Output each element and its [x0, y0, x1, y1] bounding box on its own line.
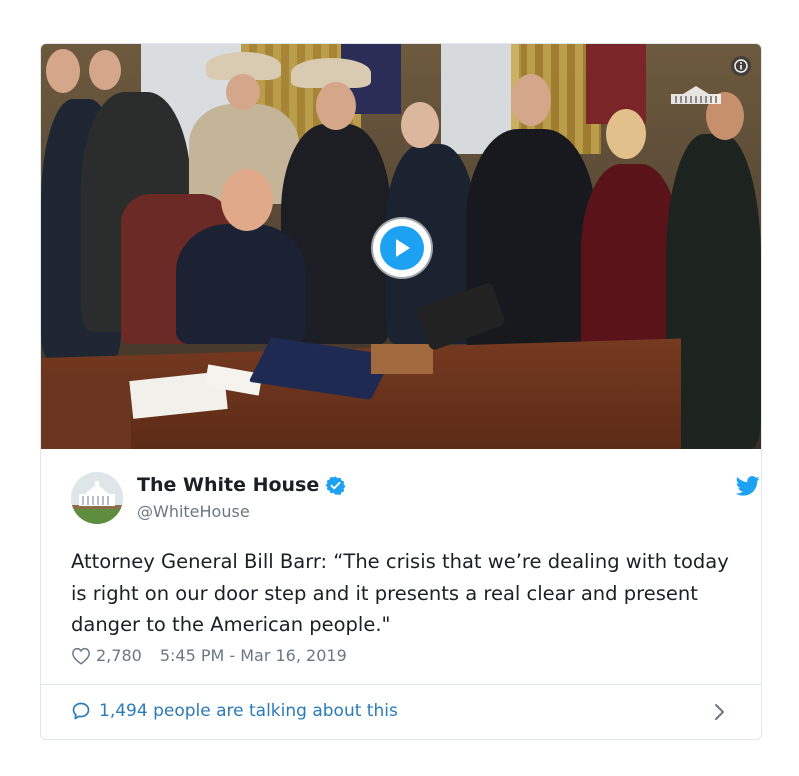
- play-icon: [396, 239, 410, 257]
- tweet-video[interactable]: [41, 44, 761, 449]
- play-button-circle: [380, 226, 424, 270]
- like-button[interactable]: 2,780: [71, 646, 142, 665]
- scene-head: [511, 74, 551, 126]
- chevron-right-icon[interactable]: [713, 702, 727, 722]
- scene-head: [226, 74, 260, 110]
- scene-head: [401, 102, 439, 148]
- scene-head: [89, 50, 121, 90]
- scene-box: [371, 344, 433, 374]
- display-name[interactable]: The White House: [137, 474, 319, 496]
- heart-icon: [72, 647, 90, 665]
- verified-badge-icon: [325, 475, 346, 495]
- info-button[interactable]: [731, 56, 751, 76]
- white-house-avatar-icon: [71, 472, 123, 524]
- tweet-text: Attorney General Bill Barr: “The crisis …: [71, 550, 729, 636]
- avatar[interactable]: [71, 472, 123, 524]
- tweet-timestamp[interactable]: 5:45 PM - Mar 16, 2019: [160, 646, 347, 665]
- play-button[interactable]: [373, 219, 431, 277]
- info-icon: [734, 59, 748, 73]
- scene-head: [221, 169, 273, 231]
- speech-bubble-icon: [72, 702, 90, 720]
- scene-seated-person: [176, 224, 306, 344]
- white-house-watermark-icon: [671, 86, 721, 104]
- tweet-card: The White House @WhiteHouse Attorney Gen…: [40, 43, 762, 740]
- like-count: 2,780: [96, 646, 142, 665]
- twitter-bird-icon[interactable]: [736, 476, 760, 496]
- author-handle[interactable]: @WhiteHouse: [137, 502, 250, 521]
- scene-head: [316, 82, 356, 130]
- scene-head: [606, 109, 646, 159]
- divider: [41, 684, 761, 685]
- author-name-row[interactable]: The White House: [137, 474, 346, 496]
- tweet-meta: 2,780 5:45 PM - Mar 16, 2019: [71, 646, 347, 665]
- conversation-link-label: 1,494 people are talking about this: [99, 701, 398, 721]
- scene-head: [46, 49, 80, 93]
- conversation-link[interactable]: 1,494 people are talking about this: [71, 701, 398, 721]
- scene-desk-front: [41, 374, 131, 449]
- tweet-author[interactable]: The White House @WhiteHouse: [71, 472, 760, 532]
